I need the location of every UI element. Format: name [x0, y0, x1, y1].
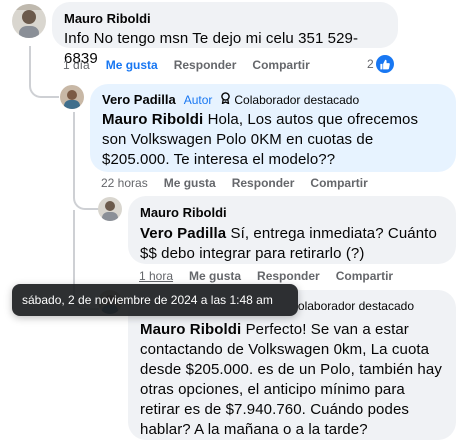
comment-time[interactable]: 1 hora — [139, 269, 173, 283]
comment-text: Mauro Riboldi Perfecto! Se van a estar c… — [140, 320, 444, 440]
comment-author[interactable]: Mauro Riboldi — [64, 11, 151, 27]
author-badge: Autor — [183, 93, 213, 107]
like-reaction-icon — [375, 55, 394, 73]
reply-button[interactable]: Responder — [232, 176, 295, 190]
comment-text: Mauro Riboldi Hola, Los autos que ofrece… — [102, 110, 444, 170]
featured-badge: olaborador destacado — [298, 298, 414, 314]
like-button[interactable]: Me gusta — [189, 269, 241, 283]
comment-text: Vero Padilla Sí, entrega inmediata? Cuán… — [140, 224, 444, 264]
comment-bubble: Mauro Riboldi Info No tengo msn Te dejo … — [52, 2, 398, 67]
like-button[interactable]: Me gusta — [106, 58, 158, 72]
comment-actions: 1 día Me gusta Responder Compartir — [63, 58, 326, 72]
comment-author[interactable]: Mauro Riboldi — [140, 205, 227, 221]
reaction-count[interactable]: 2 — [367, 55, 394, 73]
comment-time[interactable]: 22 horas — [101, 176, 148, 190]
reply-button[interactable]: Responder — [174, 58, 237, 72]
comment-bubble: Mauro Riboldi Vero Padilla Sí, entrega i… — [128, 196, 456, 264]
comment-bubble: Vero Padilla Autor Colaborador destacado… — [90, 84, 456, 172]
reply-button[interactable]: Responder — [257, 269, 320, 283]
avatar[interactable] — [12, 4, 46, 38]
avatar[interactable] — [60, 85, 84, 109]
like-button[interactable]: Me gusta — [164, 176, 216, 190]
comment-author[interactable]: Vero Padilla — [102, 92, 176, 108]
featured-contributor-icon — [220, 92, 231, 108]
featured-badge-label: Colaborador destacado — [234, 93, 360, 107]
avatar[interactable] — [98, 197, 122, 221]
thread-line-main — [29, 46, 59, 98]
share-button[interactable]: Compartir — [310, 176, 367, 190]
mention-link[interactable]: Vero Padilla — [140, 225, 226, 242]
comment-actions: 1 hora Me gusta Responder Compartir — [139, 269, 409, 283]
featured-badge: Colaborador destacado — [220, 92, 359, 108]
share-button[interactable]: Compartir — [252, 58, 309, 72]
reaction-number: 2 — [367, 57, 374, 71]
comment-actions: 22 horas Me gusta Responder Compartir — [101, 176, 384, 190]
comment-time[interactable]: 1 día — [63, 58, 90, 72]
share-button[interactable]: Compartir — [336, 269, 393, 283]
comment-body: Perfecto! Se van a estar contactando de … — [140, 321, 442, 438]
timestamp-tooltip: sábado, 2 de noviembre de 2024 a las 1:4… — [12, 284, 298, 316]
mention-link[interactable]: Mauro Riboldi — [102, 111, 203, 128]
mention-link[interactable]: Mauro Riboldi — [140, 321, 241, 338]
featured-badge-label: olaborador destacado — [297, 299, 414, 313]
